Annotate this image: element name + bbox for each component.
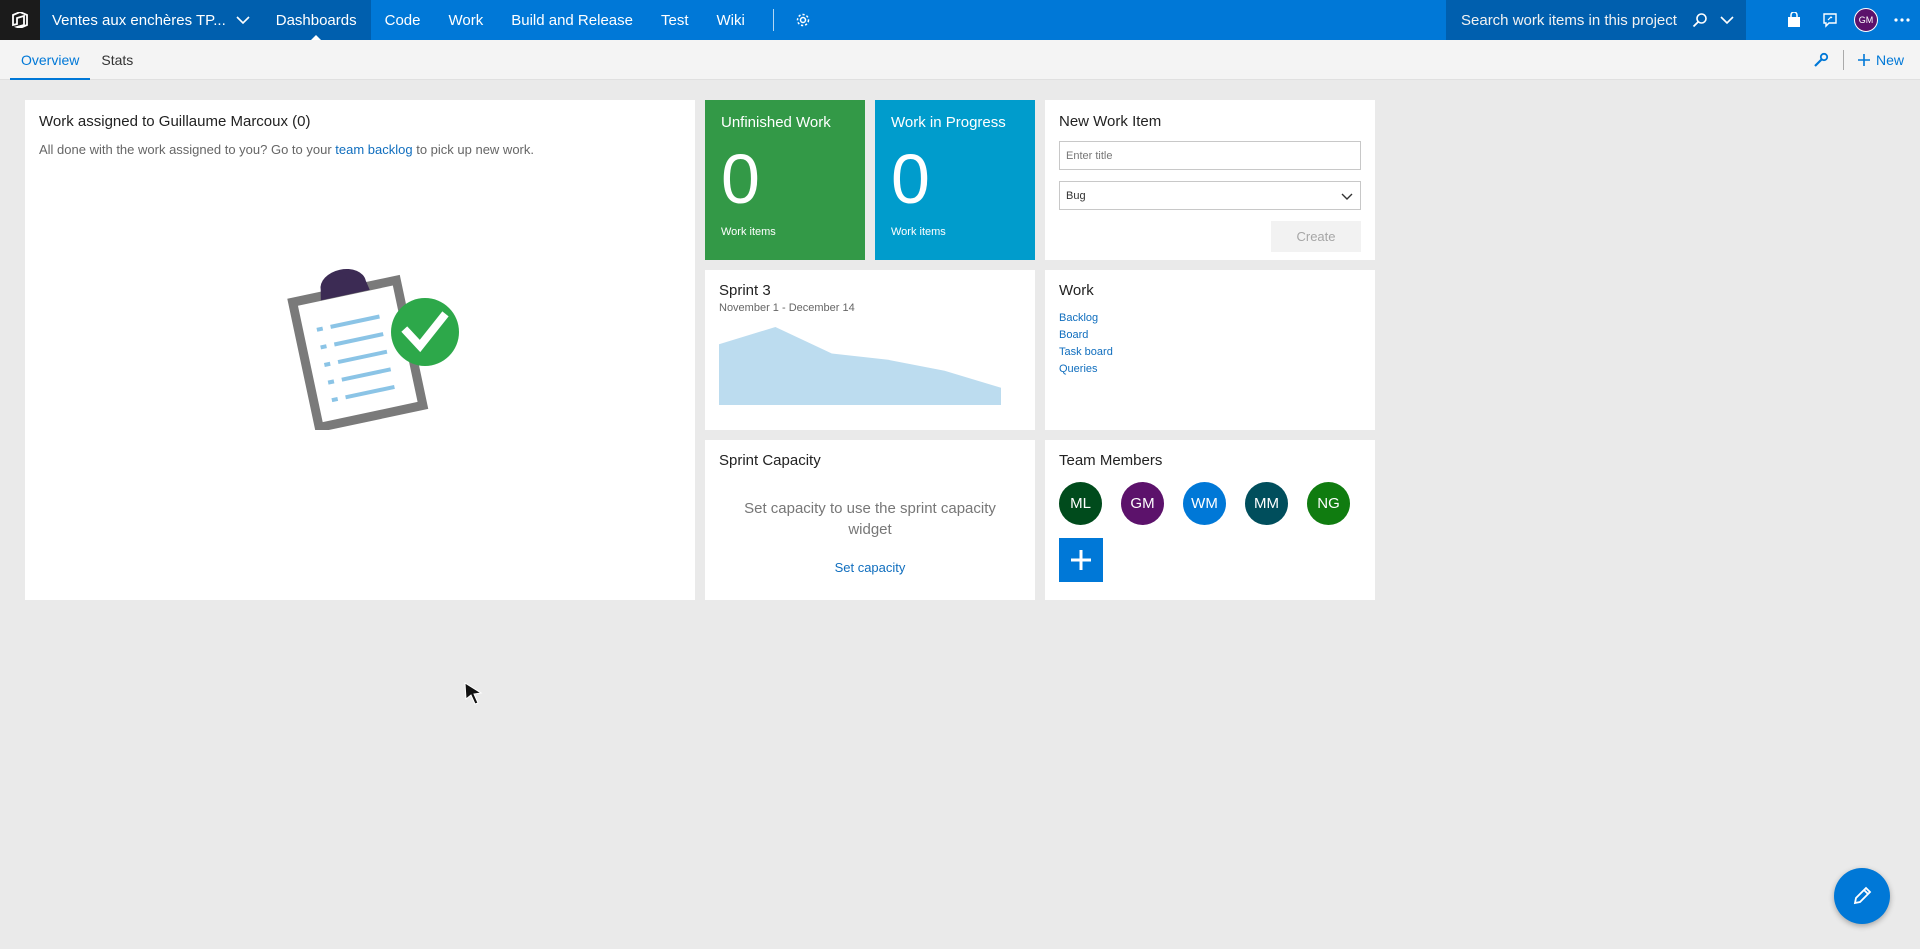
work-item-title-input[interactable] <box>1059 141 1361 170</box>
mouse-cursor-icon <box>464 682 483 705</box>
project-name: Ventes aux enchères TP... <box>52 11 226 29</box>
feedback-icon[interactable] <box>1812 0 1848 40</box>
team-member-avatar[interactable]: MM <box>1245 482 1288 525</box>
tab-overview[interactable]: Overview <box>10 40 91 80</box>
work-links-widget: Work Backlog Board Task board Queries <box>1045 270 1375 430</box>
selected-type: Bug <box>1066 189 1086 202</box>
add-team-member-button[interactable] <box>1059 538 1103 582</box>
widget-title: Unfinished Work <box>721 114 831 131</box>
top-navigation-bar: Ventes aux enchères TP... Dashboards Cod… <box>0 0 1920 40</box>
wrench-icon[interactable] <box>1813 52 1829 68</box>
project-selector[interactable]: Ventes aux enchères TP... <box>40 0 262 40</box>
dashboard-tabs-bar: Overview Stats New <box>0 40 1920 80</box>
gear-icon[interactable] <box>788 0 818 40</box>
board-link[interactable]: Board <box>1059 329 1113 341</box>
work-item-type-select[interactable]: Bug <box>1059 181 1361 210</box>
task-board-link[interactable]: Task board <box>1059 346 1113 358</box>
widget-title: Sprint Capacity <box>719 452 821 469</box>
team-members-widget: Team Members ML GM WM MM NG <box>1045 440 1375 600</box>
search-box[interactable]: Search work items in this project <box>1446 0 1746 40</box>
in-progress-count: 0 <box>891 140 930 218</box>
vsts-logo-icon[interactable] <box>0 0 40 40</box>
hub-dashboards[interactable]: Dashboards <box>261 0 371 40</box>
team-member-avatar[interactable]: ML <box>1059 482 1102 525</box>
plus-icon <box>1071 550 1091 570</box>
create-button[interactable]: Create <box>1271 221 1361 252</box>
sprint-burndown-widget[interactable]: Sprint 3 November 1 - December 14 <box>705 270 1035 430</box>
more-options-icon[interactable] <box>1884 0 1920 40</box>
backlog-link[interactable]: Backlog <box>1059 312 1113 324</box>
burndown-area <box>719 327 1001 405</box>
team-backlog-link[interactable]: team backlog <box>335 142 412 157</box>
team-member-avatar[interactable]: GM <box>1121 482 1164 525</box>
unfinished-work-widget[interactable]: Unfinished Work 0 Work items <box>705 100 865 260</box>
widget-description: All done with the work assigned to you? … <box>39 142 534 157</box>
hub-code[interactable]: Code <box>371 0 435 40</box>
new-work-item-widget: New Work Item Bug Create <box>1045 100 1375 260</box>
chevron-down-icon[interactable] <box>1720 15 1734 25</box>
search-icon[interactable] <box>1692 12 1708 28</box>
capacity-message: Set capacity to use the sprint capacity … <box>744 500 996 538</box>
queries-link[interactable]: Queries <box>1059 363 1113 375</box>
unfinished-count: 0 <box>721 140 760 218</box>
hub-wiki[interactable]: Wiki <box>703 0 759 40</box>
work-in-progress-widget[interactable]: Work in Progress 0 Work items <box>875 100 1035 260</box>
widget-title: Work assigned to Guillaume Marcoux (0) <box>39 113 311 130</box>
new-dashboard-button[interactable]: New <box>1857 52 1904 68</box>
chevron-down-icon <box>236 15 250 24</box>
desc-text: to pick up new work. <box>412 142 534 157</box>
plus-icon <box>1857 54 1870 66</box>
set-capacity-link[interactable]: Set capacity <box>835 560 906 575</box>
hub-work[interactable]: Work <box>434 0 497 40</box>
widget-title: Sprint 3 <box>719 282 771 299</box>
new-label: New <box>1875 52 1904 68</box>
widget-title: Work in Progress <box>891 114 1006 131</box>
edit-dashboard-button[interactable] <box>1834 868 1890 924</box>
user-avatar[interactable]: GM <box>1848 0 1884 40</box>
divider <box>1842 50 1844 70</box>
widget-subtitle: Work items <box>721 226 776 238</box>
avatar: GM <box>1854 8 1878 32</box>
clipboard-check-illustration <box>287 268 459 430</box>
hub-build-and-release[interactable]: Build and Release <box>497 0 647 40</box>
burndown-chart <box>719 327 1001 405</box>
search-placeholder: Search work items in this project <box>1461 11 1677 29</box>
widget-title: New Work Item <box>1059 113 1162 130</box>
sprint-capacity-widget: Sprint Capacity Set capacity to use the … <box>705 440 1035 600</box>
widget-subtitle: Work items <box>891 226 946 238</box>
hub-test[interactable]: Test <box>647 0 703 40</box>
pencil-icon <box>1853 886 1872 905</box>
divider <box>772 9 774 31</box>
tab-stats[interactable]: Stats <box>90 40 144 80</box>
desc-text: All done with the work assigned to you? … <box>39 142 336 157</box>
sprint-dates: November 1 - December 14 <box>719 302 855 314</box>
work-assigned-widget: Work assigned to Guillaume Marcoux (0) A… <box>25 100 695 600</box>
widget-title: Team Members <box>1059 452 1163 469</box>
widget-title: Work <box>1059 282 1094 299</box>
team-member-avatar[interactable]: WM <box>1183 482 1226 525</box>
chevron-down-icon <box>1341 193 1353 200</box>
team-member-avatar[interactable]: NG <box>1307 482 1350 525</box>
marketplace-bag-icon[interactable] <box>1776 0 1812 40</box>
